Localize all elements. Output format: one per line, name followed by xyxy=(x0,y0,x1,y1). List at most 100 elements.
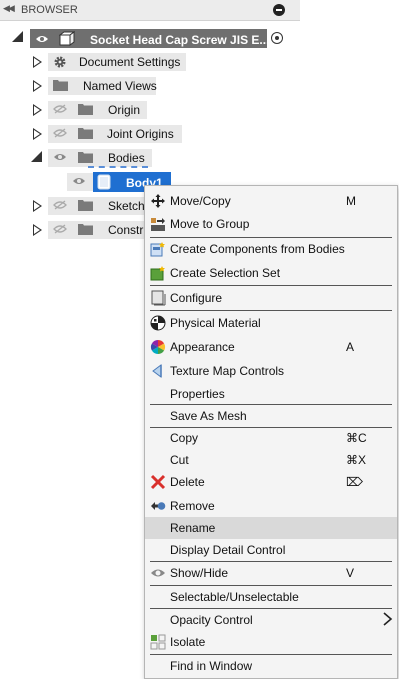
menu-item-move-to-group[interactable]: Move to Group xyxy=(145,213,397,235)
tree-item-document-settings[interactable]: Document Settings xyxy=(0,51,300,73)
move-to-group-icon xyxy=(151,218,165,231)
menu-item-label: Configure xyxy=(170,291,223,305)
menu-item-rename[interactable]: Rename xyxy=(145,517,397,539)
menu-item-delete[interactable]: Delete ⌦ xyxy=(145,471,397,493)
folder-icon xyxy=(53,80,68,91)
expand-triangle-icon[interactable] xyxy=(33,56,42,68)
menu-item-label: Opacity Control xyxy=(170,613,253,627)
menu-item-display-detail-control[interactable]: Display Detail Control xyxy=(145,539,397,561)
menu-item-isolate[interactable]: Isolate xyxy=(145,631,397,653)
texture-map-icon xyxy=(152,364,162,378)
selection-dashed-underline xyxy=(88,166,148,168)
folder-icon xyxy=(78,224,93,235)
tree-root[interactable]: Socket Head Cap Screw JIS E... xyxy=(0,27,300,49)
menu-item-properties[interactable]: Properties xyxy=(145,383,397,405)
expand-triangle-icon[interactable] xyxy=(33,224,42,236)
menu-separator xyxy=(150,310,392,311)
move-arrows-icon xyxy=(151,194,165,208)
menu-item-shortcut: A xyxy=(346,340,355,354)
menu-item-label: Texture Map Controls xyxy=(170,364,285,378)
eye-icon[interactable] xyxy=(72,176,86,186)
expand-triangle-icon[interactable] xyxy=(33,80,42,92)
menu-item-label: Cut xyxy=(170,453,189,467)
gear-icon xyxy=(54,56,66,68)
menu-item-show-hide[interactable]: Show/Hide V xyxy=(145,562,397,584)
eye-icon xyxy=(151,569,165,577)
root-node[interactable]: Socket Head Cap Screw JIS E... xyxy=(30,29,269,48)
menu-item-texture-map-controls[interactable]: Texture Map Controls xyxy=(145,360,397,382)
menu-item-remove[interactable]: Remove xyxy=(145,495,397,517)
tree-item-label: Bodies xyxy=(108,151,145,165)
radio-dot-icon[interactable] xyxy=(271,32,283,44)
expand-triangle-icon[interactable] xyxy=(33,104,42,116)
menu-item-label: Find in Window xyxy=(170,659,253,673)
menu-item-label: Move to Group xyxy=(170,217,250,231)
folder-icon xyxy=(78,104,93,115)
tree-item-label: Origin xyxy=(108,103,141,117)
menu-separator xyxy=(150,285,392,286)
double-chevron-left-icon[interactable]: ◀◀ xyxy=(3,3,15,14)
eye-hidden-icon[interactable] xyxy=(53,200,67,210)
tree-item-label: Constr xyxy=(108,223,144,237)
delete-x-icon xyxy=(150,474,166,490)
browser-header: ◀◀ BROWSER xyxy=(0,0,300,21)
menu-item-shortcut: ⌘C xyxy=(346,431,367,445)
tree-item-label: Named Views xyxy=(83,79,157,93)
menu-item-selectable-unselectable[interactable]: Selectable/Unselectable xyxy=(145,586,397,608)
menu-item-label: Appearance xyxy=(170,340,235,354)
browser-title: BROWSER xyxy=(21,4,78,16)
menu-item-create-selection-set[interactable]: Create Selection Set xyxy=(145,262,397,284)
menu-item-copy[interactable]: Copy ⌘C xyxy=(145,427,397,449)
menu-item-create-components[interactable]: Create Components from Bodies xyxy=(145,238,397,260)
eye-hidden-icon[interactable] xyxy=(53,128,67,138)
eye-hidden-icon[interactable] xyxy=(53,104,67,114)
body-icon xyxy=(97,174,111,190)
context-menu: Move/Copy M Move to Group Create Compone… xyxy=(144,185,398,679)
menu-item-label: Isolate xyxy=(170,635,206,649)
collapse-triangle-icon[interactable] xyxy=(12,31,23,42)
appearance-color-wheel-icon xyxy=(150,339,166,355)
tree-item-bodies[interactable]: Bodies xyxy=(0,147,300,169)
isolate-icon xyxy=(150,634,166,650)
menu-item-label: Delete xyxy=(170,475,205,489)
folder-icon xyxy=(78,128,93,139)
eye-icon[interactable] xyxy=(53,152,67,162)
selection-set-icon xyxy=(150,266,165,281)
menu-item-label: Properties xyxy=(170,387,225,401)
menu-item-shortcut: M xyxy=(346,194,356,208)
menu-item-cut[interactable]: Cut ⌘X xyxy=(145,449,397,471)
expand-triangle-icon[interactable] xyxy=(33,200,42,212)
remove-icon xyxy=(151,502,166,510)
chevron-right-icon xyxy=(383,612,393,626)
menu-item-label: Copy xyxy=(170,431,199,445)
physical-material-icon xyxy=(150,315,166,331)
menu-item-label: Create Components from Bodies xyxy=(170,242,345,256)
menu-item-appearance[interactable]: Appearance A xyxy=(145,336,397,358)
menu-item-find-in-window[interactable]: Find in Window xyxy=(145,655,397,677)
menu-item-save-as-mesh[interactable]: Save As Mesh xyxy=(145,405,397,427)
tree-item-label: Sketch xyxy=(108,199,145,213)
collapse-triangle-icon[interactable] xyxy=(31,151,42,162)
create-components-icon xyxy=(150,242,165,257)
menu-item-shortcut: ⌦ xyxy=(346,475,363,489)
menu-item-opacity-control[interactable]: Opacity Control xyxy=(145,609,397,631)
expand-triangle-icon[interactable] xyxy=(33,128,42,140)
component-icon xyxy=(59,31,75,46)
tree-item-origin[interactable]: Origin xyxy=(0,99,300,121)
eye-icon[interactable] xyxy=(35,34,49,44)
menu-item-shortcut: V xyxy=(346,566,355,580)
menu-item-move-copy[interactable]: Move/Copy M xyxy=(145,190,397,212)
menu-item-label: Remove xyxy=(170,499,215,513)
configure-icon xyxy=(151,290,166,306)
folder-icon xyxy=(78,200,93,211)
tree-item-joint-origins[interactable]: Joint Origins xyxy=(0,123,300,145)
menu-item-label: Move/Copy xyxy=(170,194,231,208)
minus-circle-icon[interactable] xyxy=(273,4,285,16)
tree-item-named-views[interactable]: Named Views xyxy=(0,75,300,97)
menu-item-shortcut: ⌘X xyxy=(346,453,367,467)
tree-item-label: Joint Origins xyxy=(107,127,174,141)
menu-item-label: Display Detail Control xyxy=(170,543,286,557)
menu-item-physical-material[interactable]: Physical Material xyxy=(145,312,397,334)
eye-hidden-icon[interactable] xyxy=(53,224,67,234)
menu-item-configure[interactable]: Configure xyxy=(145,287,397,309)
